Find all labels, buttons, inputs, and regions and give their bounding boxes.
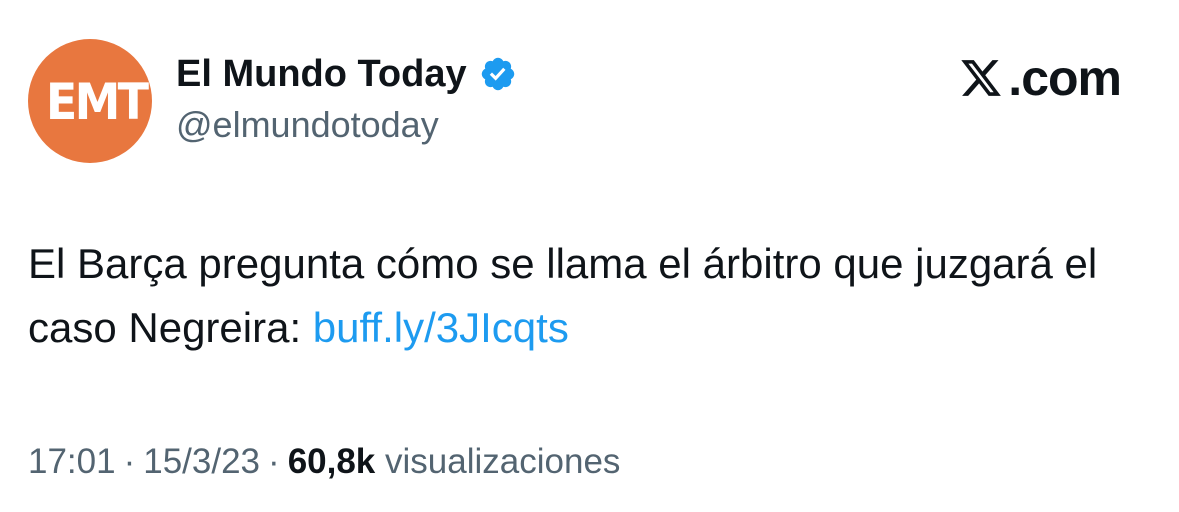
brand-logo: .com: [958, 50, 1122, 106]
brand-domain-text: .com: [1008, 50, 1122, 106]
tweet-text: El Barça pregunta cómo se llama el árbit…: [28, 232, 1148, 360]
meta-separator: ·: [123, 442, 136, 481]
meta-separator: ·: [268, 442, 280, 481]
tweet-link[interactable]: buff.ly/3JIcqts: [313, 304, 569, 351]
avatar[interactable]: EMT: [28, 39, 152, 163]
author-handle[interactable]: @elmundotoday: [176, 103, 439, 147]
verified-badge-icon: [481, 57, 514, 91]
tweet-date[interactable]: 15/3/23: [143, 442, 260, 481]
author-name[interactable]: El Mundo Today: [176, 52, 467, 96]
author-name-row: El Mundo Today: [176, 52, 517, 96]
avatar-logo-text: EMT: [45, 73, 149, 131]
tweet-meta: 17:01 · 15/3/23 · 60,8k visualizaciones: [28, 440, 620, 484]
tweet-time[interactable]: 17:01: [28, 442, 116, 481]
views-count: 60,8k: [287, 442, 376, 481]
views-label: visualizaciones: [385, 442, 621, 481]
x-logo-icon: [961, 60, 1002, 96]
